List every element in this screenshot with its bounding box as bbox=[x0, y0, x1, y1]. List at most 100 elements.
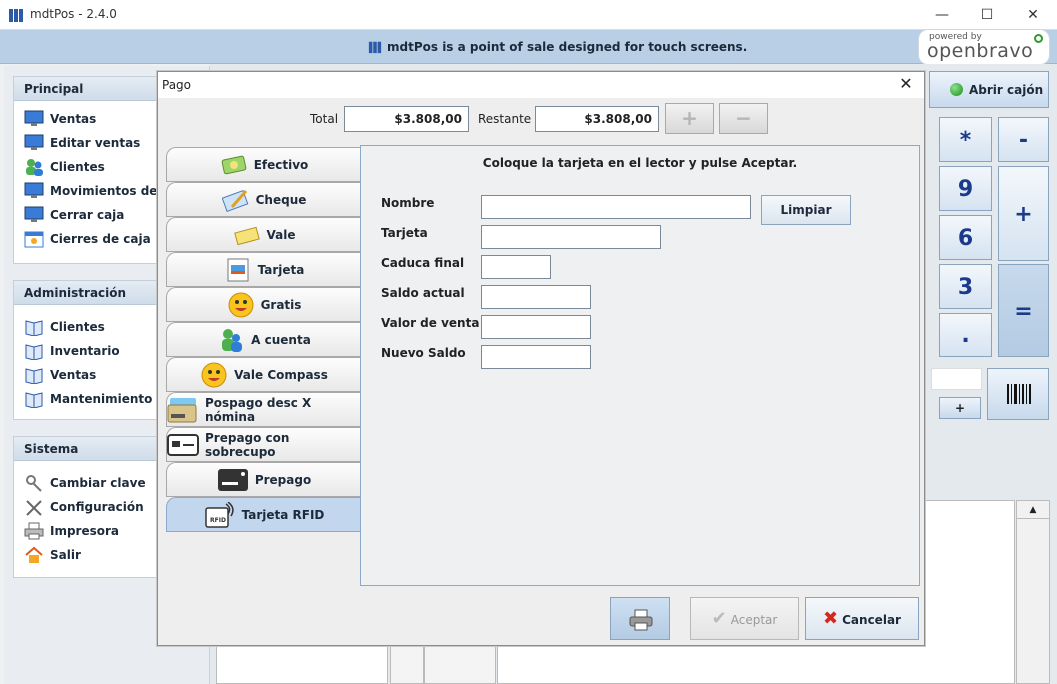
tab-gratis[interactable]: Gratis bbox=[166, 287, 361, 322]
card-icon bbox=[224, 257, 252, 283]
print-button[interactable] bbox=[610, 597, 670, 640]
key-9[interactable]: 9 bbox=[939, 166, 992, 211]
minimize-button[interactable]: — bbox=[919, 0, 965, 30]
restante-label: Restante bbox=[478, 112, 532, 126]
key-plus[interactable]: + bbox=[998, 166, 1049, 261]
add-payment-button[interactable]: + bbox=[665, 103, 714, 134]
aceptar-button[interactable]: ✔ Aceptar bbox=[690, 597, 799, 640]
book-icon bbox=[24, 318, 44, 337]
menu-item-ventas[interactable]: Ventas bbox=[14, 107, 162, 131]
menu-label: Cambiar clave bbox=[50, 476, 146, 490]
menu-label: Configuración bbox=[50, 500, 144, 514]
window-close-button[interactable]: ✕ bbox=[1010, 0, 1056, 30]
menu-item-salir[interactable]: Salir bbox=[14, 543, 162, 567]
scroll-up-icon[interactable]: ▲ bbox=[1017, 501, 1049, 519]
tab-vale[interactable]: Vale bbox=[166, 217, 361, 252]
tab-efectivo[interactable]: Efectivo bbox=[166, 147, 361, 182]
monitor-icon bbox=[24, 110, 44, 128]
cancelar-button[interactable]: ✖ Cancelar bbox=[805, 597, 919, 640]
tab-tarjeta[interactable]: Tarjeta bbox=[166, 252, 361, 287]
users-icon bbox=[24, 158, 44, 176]
app-logo-icon bbox=[9, 9, 23, 22]
menu-label: Salir bbox=[50, 548, 81, 562]
dialog-title: Pago bbox=[162, 78, 192, 92]
limpiar-button[interactable]: Limpiar bbox=[761, 195, 851, 225]
barcode-button[interactable] bbox=[987, 368, 1049, 420]
key-6[interactable]: 6 bbox=[939, 215, 992, 260]
printer-icon bbox=[629, 609, 653, 631]
maximize-button[interactable]: ☐ bbox=[964, 0, 1010, 30]
checkmark-icon: ✔ bbox=[711, 608, 727, 629]
tab-prepago-sobrecupo[interactable]: Prepago con sobrecupo bbox=[166, 427, 361, 462]
banner-logo-icon bbox=[368, 41, 382, 54]
abrir-cajon-button[interactable]: Abrir cajón bbox=[929, 71, 1049, 108]
dialog-close-button[interactable]: ✕ bbox=[896, 74, 916, 94]
restante-value: $3.808,00 bbox=[535, 106, 659, 132]
menu-label: Clientes bbox=[50, 160, 105, 174]
tab-pospago-nomina[interactable]: Pospago desc X nómina bbox=[166, 392, 361, 427]
smiley-icon bbox=[200, 362, 228, 388]
tarjeta-label: Tarjeta bbox=[381, 226, 428, 240]
caduca-label: Caduca final bbox=[381, 256, 465, 270]
monitor-icon bbox=[24, 206, 44, 224]
key-minus[interactable]: - bbox=[998, 117, 1049, 162]
book-icon bbox=[24, 366, 44, 385]
menu-panel-administracion: Administración Clientes Inventario Venta… bbox=[13, 280, 163, 420]
menu-item-movimientos[interactable]: Movimientos de caja bbox=[14, 179, 162, 203]
nombre-label: Nombre bbox=[381, 196, 435, 210]
menu-label: Mantenimiento bbox=[50, 392, 153, 406]
book-icon bbox=[24, 390, 44, 409]
nombre-field[interactable] bbox=[481, 195, 751, 219]
tab-cheque[interactable]: Cheque bbox=[166, 182, 361, 217]
small-plus-button[interactable]: + bbox=[939, 397, 981, 419]
remove-payment-button[interactable]: − bbox=[719, 103, 768, 134]
tab-tarjeta-rfid[interactable]: RFID Tarjeta RFID bbox=[166, 497, 361, 532]
menu-label: Impresora bbox=[50, 524, 120, 538]
rfid-icon: RFID bbox=[204, 500, 236, 528]
dialog-titlebar: Pago ✕ bbox=[158, 72, 924, 98]
printer-icon bbox=[24, 522, 44, 540]
menu-item-cerrar-caja[interactable]: Cerrar caja bbox=[14, 203, 162, 227]
openbravo-logo: powered by openbravo bbox=[918, 29, 1050, 65]
total-label: Total bbox=[310, 112, 339, 126]
saldo-actual-field[interactable] bbox=[481, 285, 591, 309]
key-decimal[interactable]: . bbox=[939, 313, 992, 357]
menu-item-cambiar-clave[interactable]: Cambiar clave bbox=[14, 471, 162, 495]
tab-prepago[interactable]: Prepago bbox=[166, 462, 361, 497]
menu-item-clientes[interactable]: Clientes bbox=[14, 155, 162, 179]
key-multiply[interactable]: * bbox=[939, 117, 992, 162]
tab-a-cuenta[interactable]: A cuenta bbox=[166, 322, 361, 357]
abrir-cajon-label: Abrir cajón bbox=[969, 82, 1044, 97]
valor-venta-field[interactable] bbox=[481, 315, 591, 339]
tab-vale-compass[interactable]: Vale Compass bbox=[166, 357, 361, 392]
menu-item-admin-ventas[interactable]: Ventas bbox=[14, 363, 162, 387]
nuevo-saldo-label: Nuevo Saldo bbox=[381, 346, 466, 360]
scrollbar[interactable]: ▲ bbox=[1016, 500, 1050, 684]
menu-item-impresora[interactable]: Impresora bbox=[14, 519, 162, 543]
panel-header-administracion: Administración bbox=[14, 281, 162, 305]
payroll-card-icon bbox=[167, 397, 199, 423]
menu-label: Ventas bbox=[50, 112, 97, 126]
nuevo-saldo-field[interactable] bbox=[481, 345, 591, 369]
menu-item-mantenimiento[interactable]: Mantenimiento bbox=[14, 387, 162, 411]
key-equals[interactable]: = bbox=[998, 264, 1049, 357]
caduca-field[interactable] bbox=[481, 255, 551, 279]
tab-label: Prepago bbox=[254, 472, 312, 487]
key-3[interactable]: 3 bbox=[939, 264, 992, 309]
menu-item-editar-ventas[interactable]: Editar ventas bbox=[14, 131, 162, 155]
barcode-input[interactable] bbox=[931, 368, 982, 390]
instruction-text: Coloque la tarjeta en el lector y pulse … bbox=[482, 156, 798, 170]
tab-label: Tarjeta bbox=[257, 262, 305, 277]
cash-icon bbox=[220, 152, 248, 178]
tarjeta-field[interactable] bbox=[481, 225, 661, 249]
home-icon bbox=[24, 546, 44, 564]
menu-item-inventario[interactable]: Inventario bbox=[14, 339, 162, 363]
tab-label: Tarjeta RFID bbox=[241, 507, 325, 522]
menu-item-configuracion[interactable]: Configuración bbox=[14, 495, 162, 519]
prepaid-card-icon bbox=[167, 432, 199, 458]
menu-item-cierres-caja[interactable]: Cierres de caja bbox=[14, 227, 162, 251]
tab-label: A cuenta bbox=[251, 332, 311, 347]
rfid-panel: Coloque la tarjeta en el lector y pulse … bbox=[360, 145, 920, 586]
menu-item-admin-clientes[interactable]: Clientes bbox=[14, 315, 162, 339]
panel-header-principal: Principal bbox=[14, 77, 162, 101]
